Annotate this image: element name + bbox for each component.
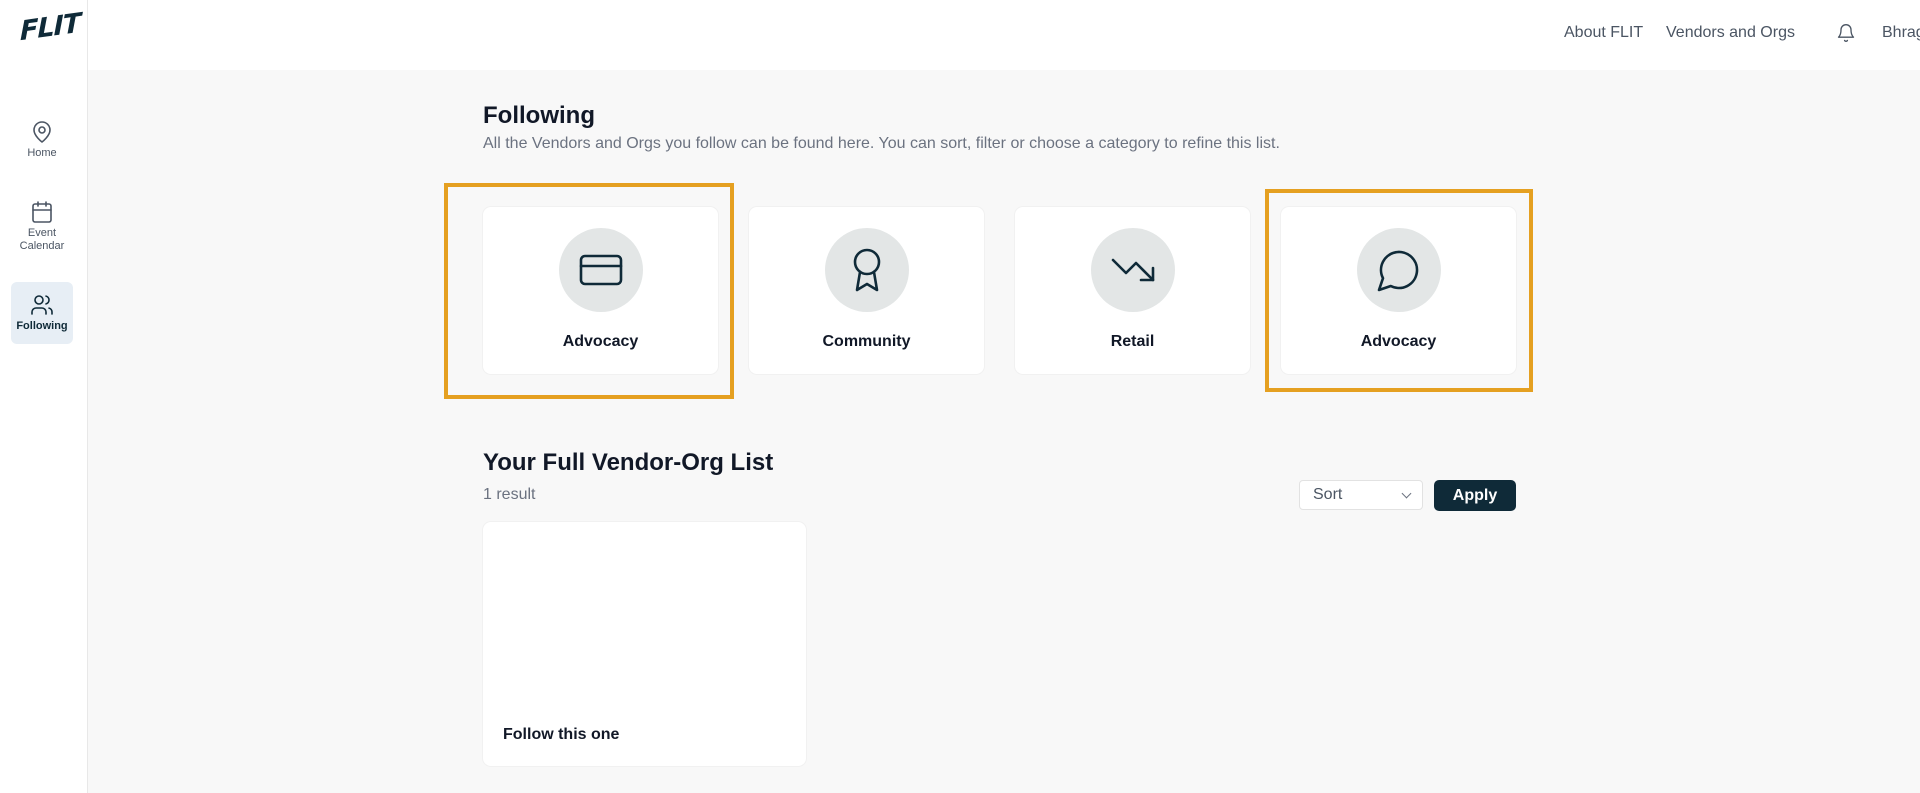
sort-select[interactable]: Sort [1299,480,1423,510]
sidebar-item-label: Event Calendar [19,227,65,252]
message-circle-icon [1377,250,1419,292]
category-label: Advocacy [562,333,639,350]
sidebar-item-following[interactable]: Following [11,282,73,344]
vendors-and-orgs-link[interactable]: Vendors and Orgs [1666,24,1795,42]
bell-icon[interactable] [1836,22,1856,44]
category-icon-circle [1091,228,1175,312]
award-icon [853,248,881,292]
page-subtitle: All the Vendors and Orgs you follow can … [483,135,1280,152]
trending-down-icon [1111,258,1155,282]
credit-card-icon [579,254,623,286]
category-label: Community [822,333,911,350]
category-card-community[interactable]: Community [749,207,984,374]
category-label: Advocacy [1360,333,1437,350]
category-icon-circle [825,228,909,312]
sidebar-item-home[interactable]: Home [11,120,73,170]
about-flit-link[interactable]: About FLIT [1564,24,1643,42]
category-card-retail[interactable]: Retail [1015,207,1250,374]
sidebar-item-label: Home [27,147,57,159]
sidebar-item-label: Following [16,320,68,332]
category-card-advocacy[interactable]: Advocacy [483,207,718,374]
category-card-advocacy-2[interactable]: Advocacy [1281,207,1516,374]
vendor-name: Follow this one [503,726,620,743]
sidebar: FLIT Home Event Calendar Following [0,0,88,793]
calendar-icon [32,201,52,223]
vendor-card[interactable]: Follow this one [483,522,806,766]
category-icon-circle [559,228,643,312]
category-icon-circle [1357,228,1441,312]
list-title: Your Full Vendor-Org List [483,449,774,476]
page-title: Following [483,102,595,129]
apply-button[interactable]: Apply [1434,480,1516,511]
users-icon [31,295,53,315]
sort-select-value: Sort [1313,486,1343,503]
category-label: Retail [1110,333,1155,350]
chevron-down-icon [1401,488,1412,499]
flit-logo[interactable]: FLIT [20,8,80,47]
result-count: 1 result [483,486,536,503]
top-bar: About FLIT Vendors and Orgs Bhragan [88,0,1920,70]
sidebar-item-event-calendar[interactable]: Event Calendar [11,200,73,260]
username[interactable]: Bhragan [1882,24,1920,42]
map-pin-icon [33,121,51,143]
